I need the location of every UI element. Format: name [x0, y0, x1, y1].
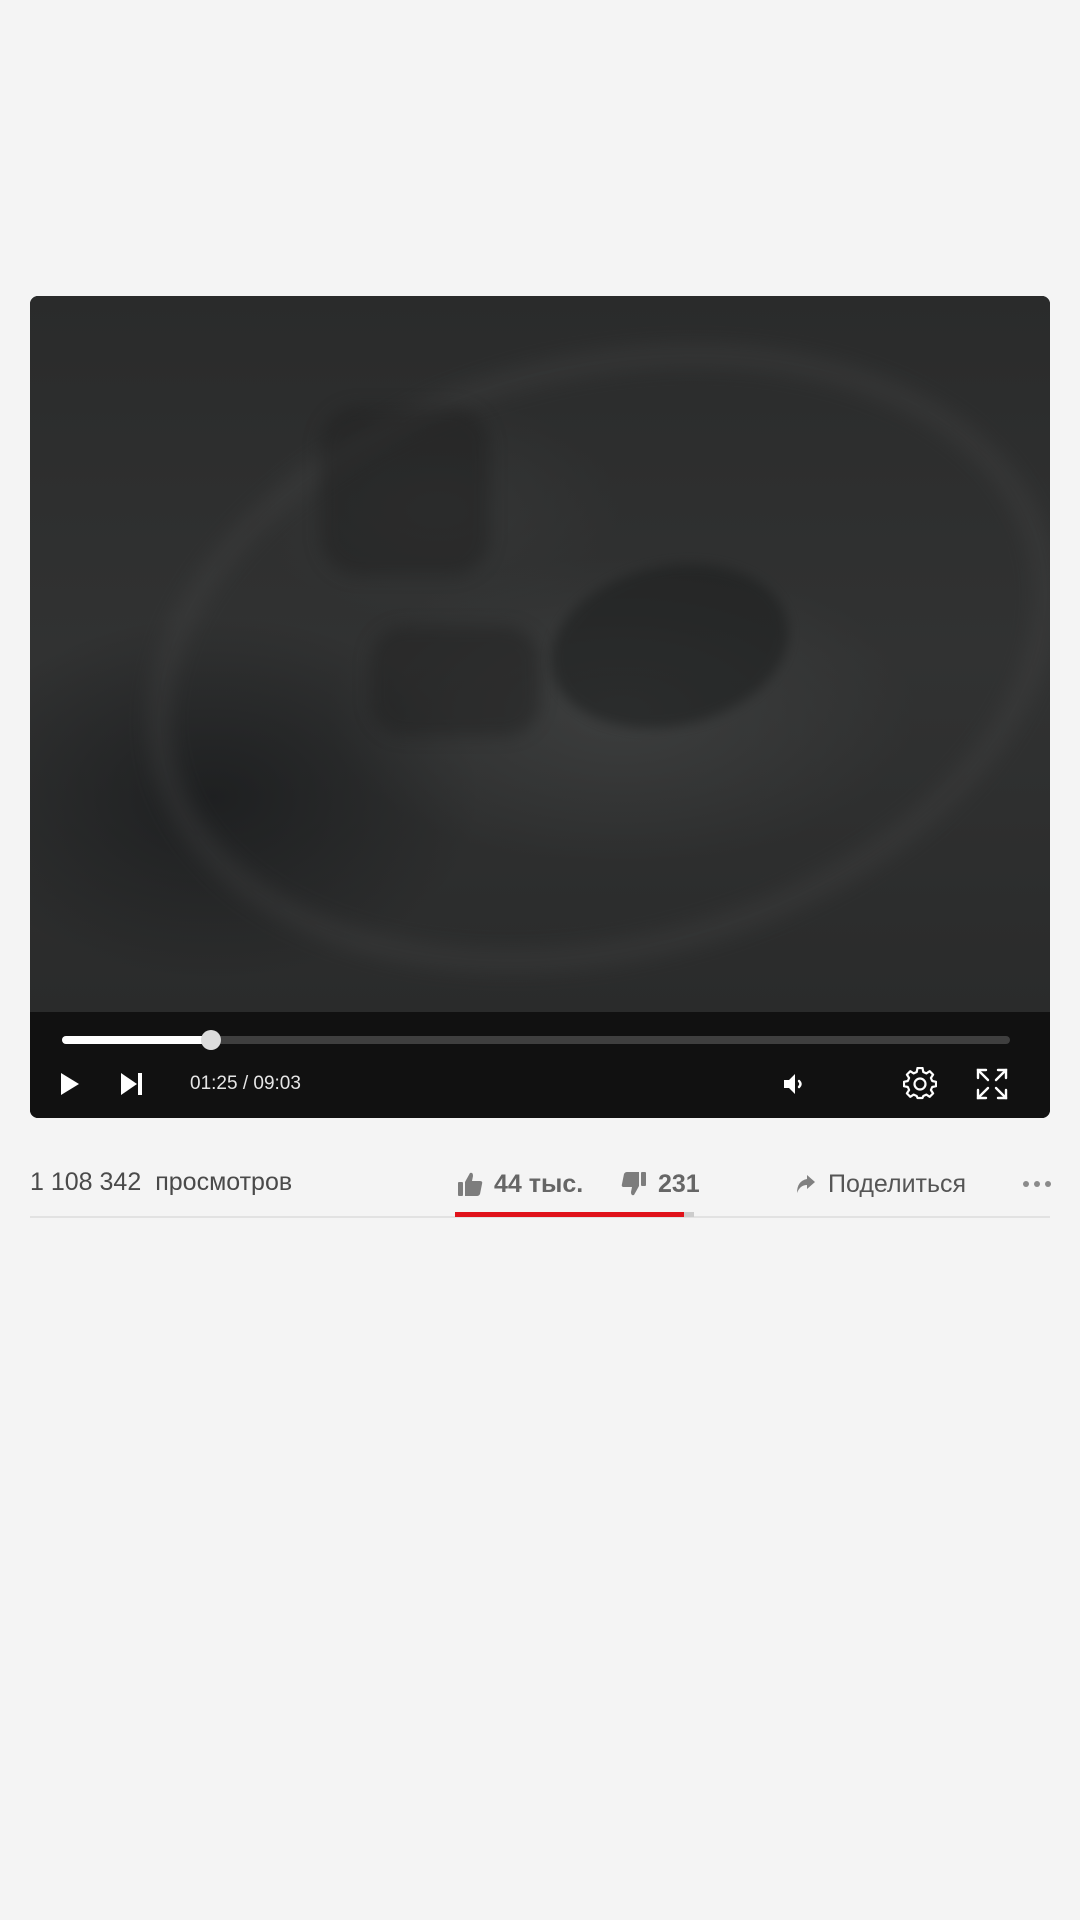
dislike-button[interactable]: 231 [620, 1164, 700, 1204]
video-player[interactable]: 01:25 / 09:03 [30, 296, 1050, 1118]
like-ratio-fill [455, 1212, 685, 1217]
video-stats-bar: 1 108 342 просмотров 44 тыс. 231 Поделить [30, 1160, 1052, 1218]
more-dots-icon [1023, 1181, 1051, 1187]
progress-fill [62, 1036, 211, 1044]
gear-icon [903, 1067, 937, 1100]
fullscreen-button[interactable] [972, 1064, 1012, 1104]
progress-bar[interactable] [62, 1030, 1010, 1050]
time-display: 01:25 / 09:03 [190, 1073, 301, 1094]
like-count: 44 тыс. [494, 1169, 584, 1198]
settings-button[interactable] [900, 1064, 940, 1104]
player-controls: 01:25 / 09:03 [30, 1012, 1050, 1118]
share-button[interactable]: Поделиться [792, 1164, 966, 1204]
video-blur-shape [370, 626, 540, 736]
view-count: 1 108 342 просмотров [30, 1168, 292, 1197]
like-button[interactable]: 44 тыс. [456, 1164, 583, 1204]
volume-button[interactable] [774, 1064, 814, 1104]
video-frame[interactable] [30, 296, 1050, 1063]
thumbs-up-icon [458, 1172, 483, 1196]
like-dislike-ratio-bar [455, 1212, 694, 1217]
video-blur-shape [320, 406, 490, 576]
volume-icon [784, 1074, 802, 1094]
progress-thumb[interactable] [200, 1030, 221, 1050]
play-icon [61, 1073, 79, 1095]
share-arrow-icon [797, 1175, 815, 1193]
page: 01:25 / 09:03 1 108 342 просмотров 44 ты… [0, 0, 1080, 1920]
thumbs-down-icon [621, 1172, 646, 1196]
view-count-number: 1 108 342 [30, 1168, 142, 1196]
share-label: Поделиться [828, 1169, 967, 1198]
play-button[interactable] [50, 1064, 90, 1104]
next-button[interactable] [112, 1064, 152, 1104]
skip-next-icon [121, 1073, 142, 1095]
dislike-count: 231 [658, 1169, 700, 1198]
more-options-button[interactable] [1022, 1164, 1052, 1204]
view-count-label: просмотров [155, 1168, 293, 1196]
fullscreen-icon [976, 1068, 1008, 1100]
